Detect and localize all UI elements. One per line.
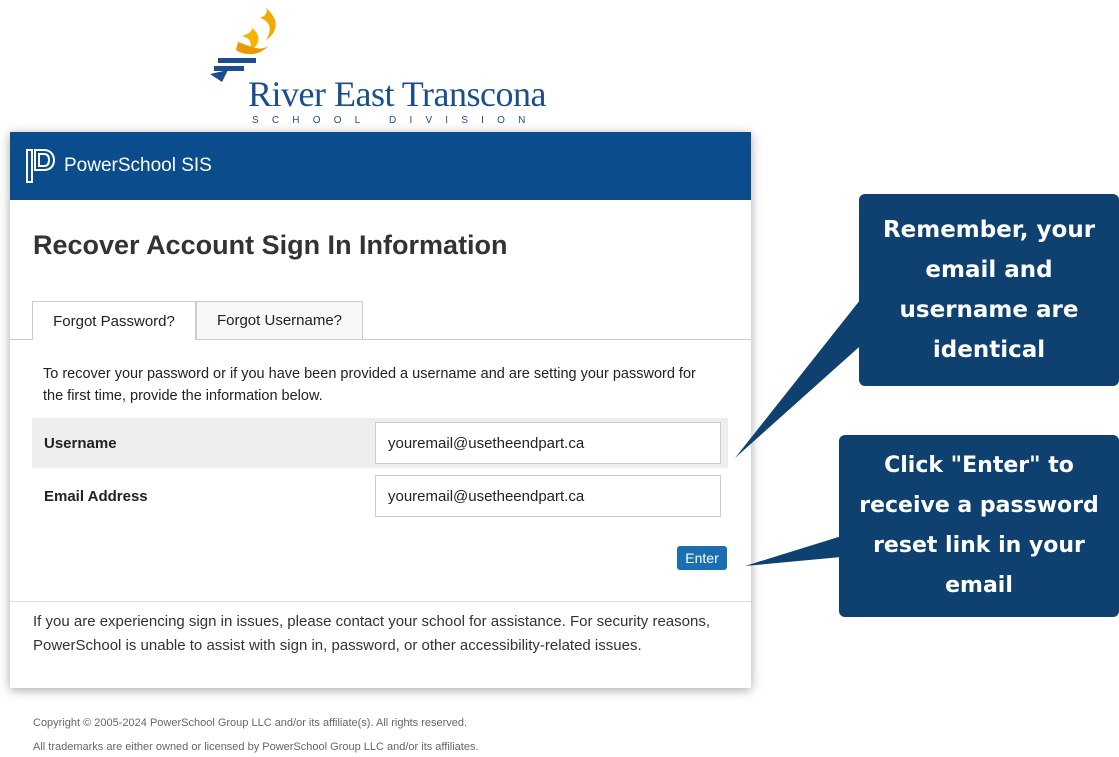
- recovery-instructions: To recover your password or if you have …: [43, 366, 696, 404]
- powerschool-logo-icon: [26, 149, 56, 183]
- username-input[interactable]: [375, 422, 721, 464]
- footer-trademarks: All trademarks are either owned or licen…: [33, 741, 479, 753]
- support-note: If you are experiencing sign in issues, …: [33, 613, 710, 654]
- footer-copyright: Copyright © 2005-2024 PowerSchool Group …: [33, 717, 468, 729]
- tab-forgot-username[interactable]: Forgot Username?: [196, 301, 363, 339]
- email-row: Email Address: [32, 471, 728, 521]
- river-east-transcona-logo: River East Transcona SCHOOL DIVISION: [208, 6, 558, 126]
- recover-account-card: PowerSchool SIS Recover Account Sign In …: [10, 132, 751, 688]
- page: River East Transcona SCHOOL DIVISION Pow…: [0, 0, 1119, 757]
- email-label: Email Address: [44, 487, 148, 505]
- powerschool-header: PowerSchool SIS: [10, 132, 751, 200]
- username-row: Username: [32, 418, 728, 468]
- callout-enter-button: Click "Enter" to receive a password rese…: [839, 435, 1119, 617]
- callout-pointer-enter: [745, 535, 852, 566]
- username-label: Username: [44, 434, 117, 452]
- page-title: Recover Account Sign In Information: [33, 230, 508, 260]
- tab-forgot-password[interactable]: Forgot Password?: [32, 301, 196, 340]
- email-input[interactable]: [375, 475, 721, 517]
- divider: [10, 601, 751, 602]
- logo-wordmark: River East Transcona: [248, 74, 546, 114]
- callout-email-username: Remember, your email and username are id…: [859, 194, 1119, 386]
- logo-subtitle: SCHOOL DIVISION: [252, 115, 539, 126]
- recovery-tabs: Forgot Password? Forgot Username?: [10, 301, 751, 340]
- enter-button[interactable]: Enter: [677, 546, 727, 570]
- app-name: PowerSchool SIS: [64, 155, 212, 176]
